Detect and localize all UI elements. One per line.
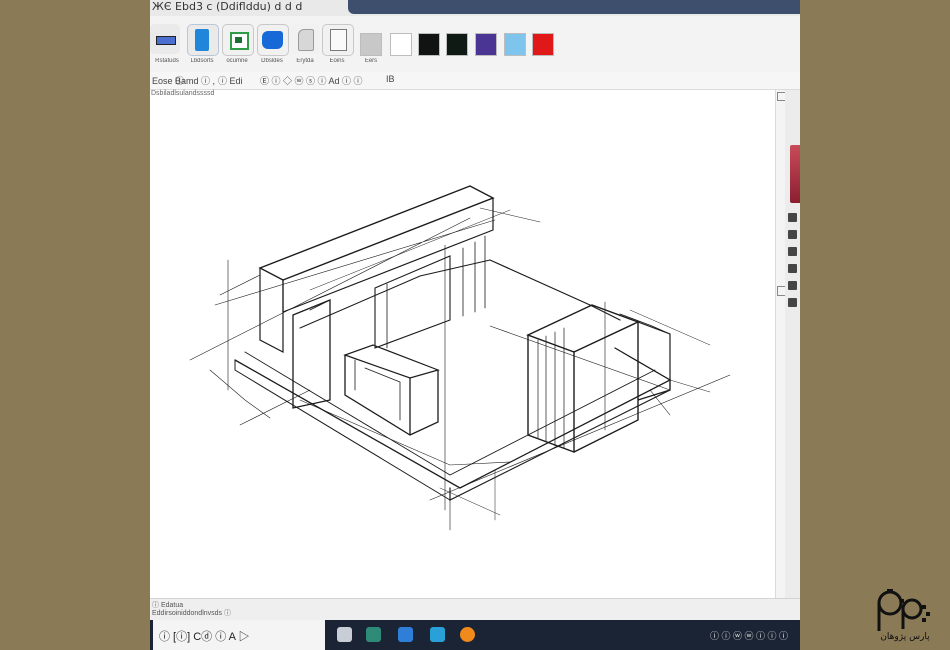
back-wall-left-post — [259, 267, 284, 353]
right-panel-button-4[interactable] — [788, 264, 797, 273]
right-panel-button-5[interactable] — [788, 281, 797, 290]
select-tool-label: Rstatuds — [155, 58, 179, 64]
select-tool-button[interactable] — [150, 24, 180, 54]
taskbar-app-3-icon[interactable] — [398, 627, 413, 642]
plinth-front — [449, 379, 671, 501]
color-swatch-dark-green[interactable] — [446, 33, 468, 56]
watermark-gear-icon — [877, 589, 930, 631]
back-wall-panel — [374, 255, 451, 349]
right-unit-lines — [537, 327, 565, 449]
select-tool-icon — [156, 36, 176, 45]
watermark-text: پارس پژوهان — [880, 632, 930, 642]
box-tool-label: Lbdsorts — [190, 58, 214, 64]
plinth-left — [234, 359, 451, 501]
page-tool-button[interactable] — [322, 24, 354, 56]
right-panel-color-bar[interactable] — [790, 145, 800, 203]
isometric-sketch — [189, 185, 731, 531]
secondary-toolbar: Eose ⓘ Bamd ⓘ , ⓘ Edi Ⓔ ⓘ ◇ ⓦ ⓢ ⓘ Ad ⓘ ⓘ… — [150, 72, 800, 90]
page-tool-icon — [330, 29, 347, 51]
taskbar-app-1-icon[interactable] — [337, 627, 352, 642]
right-tool-panel — [785, 90, 800, 620]
right-panel-button-6[interactable] — [788, 298, 797, 307]
taskbar-app-2-icon[interactable] — [366, 627, 381, 642]
color-swatch-light-blue[interactable] — [504, 33, 526, 56]
color-swatch-white[interactable] — [390, 33, 412, 56]
eraser-tool-button[interactable] — [290, 24, 320, 54]
right-panel-button-3[interactable] — [788, 247, 797, 256]
taskbar-quick-text[interactable]: ⓘ [ⓘ] Cⓓ ⓘ A ▷ — [159, 628, 249, 644]
drawing-canvas[interactable]: Dsbiladlsulandssssd — [150, 90, 776, 598]
low-counter-inner — [354, 359, 401, 421]
low-counter-top — [343, 344, 440, 379]
ribbon-toolbar: Rstatuds Lbdsorts ocumne Dbsldes Erytda … — [150, 16, 800, 73]
watermark-logo: پارس پژوهان — [870, 585, 940, 647]
floor-back-edge — [489, 259, 621, 321]
box-tool-button[interactable] — [187, 24, 219, 56]
drawing-app-window: ЖЄ Ebd3 ⅽ (Ddiflddu) ⅾ ⅾ ⅾ Rstatuds Lbds… — [150, 0, 800, 650]
shape-tool-icon — [262, 31, 283, 49]
status-line-2: Eddirsoiniddondlnvsds ⓘ — [152, 610, 231, 617]
color-swatch-black[interactable] — [418, 33, 440, 56]
back-wall-top — [258, 185, 495, 281]
color-swatch-red[interactable] — [532, 33, 554, 56]
eraser-tool-label: Erytda — [296, 58, 314, 64]
shape-tool-button[interactable] — [257, 24, 289, 56]
page-tool-label: Eoins — [329, 58, 345, 64]
right-unit-top — [526, 304, 640, 353]
right-panel-button-2[interactable] — [788, 230, 797, 239]
toolbar-item-view[interactable]: Bamd ⓘ , — [175, 74, 215, 87]
status-bar: ⓘ Edatua Eddirsoiniddondlnvsds ⓘ — [150, 598, 800, 621]
taskbar-quick-area: ⓘ [ⓘ] Cⓓ ⓘ A ▷ — [153, 620, 325, 650]
eraser-tool-icon — [298, 29, 314, 51]
chip-tool-icon-core — [235, 37, 242, 43]
color-swatch-gray[interactable] — [360, 33, 382, 56]
right-panel-button-1[interactable] — [788, 213, 797, 222]
construction-lines — [189, 217, 731, 531]
title-bar: ЖЄ Ebd3 ⅽ (Ddiflddu) ⅾ ⅾ ⅾ — [150, 0, 800, 16]
chip-tool-label: ocumne — [226, 58, 248, 64]
toolbar-item-help[interactable]: IB — [386, 74, 395, 84]
toolbar-item-tools[interactable]: Ⓔ ⓘ ◇ ⓦ ⓢ ⓘ Ad ⓘ ⓘ — [260, 74, 363, 87]
chip-tool-button[interactable] — [222, 24, 254, 56]
system-tray[interactable]: ⓘ ⓘ ⓦ ⓦ ⓘ ⓘ ⓘ — [710, 629, 788, 642]
swatch-label: Eers — [364, 58, 378, 64]
color-swatch-purple[interactable] — [475, 33, 497, 56]
taskbar-app-5-icon[interactable] — [460, 627, 475, 642]
taskbar: ⓘ [ⓘ] Cⓓ ⓘ A ▷ ⓘ ⓘ ⓦ ⓦ ⓘ ⓘ ⓘ — [150, 620, 800, 650]
taskbar-app-4-icon[interactable] — [430, 627, 445, 642]
shape-tool-label: Dbsldes — [261, 58, 283, 64]
title-bar-accent — [348, 0, 800, 14]
back-wall-front — [282, 197, 494, 313]
window-title: ЖЄ Ebd3 ⅽ (Ddiflddu) ⅾ ⅾ ⅾ — [152, 0, 303, 13]
toolbar-item-edit[interactable]: ⓘ Edi — [218, 74, 243, 87]
low-counter-front — [344, 354, 439, 436]
box-tool-icon — [195, 29, 209, 51]
